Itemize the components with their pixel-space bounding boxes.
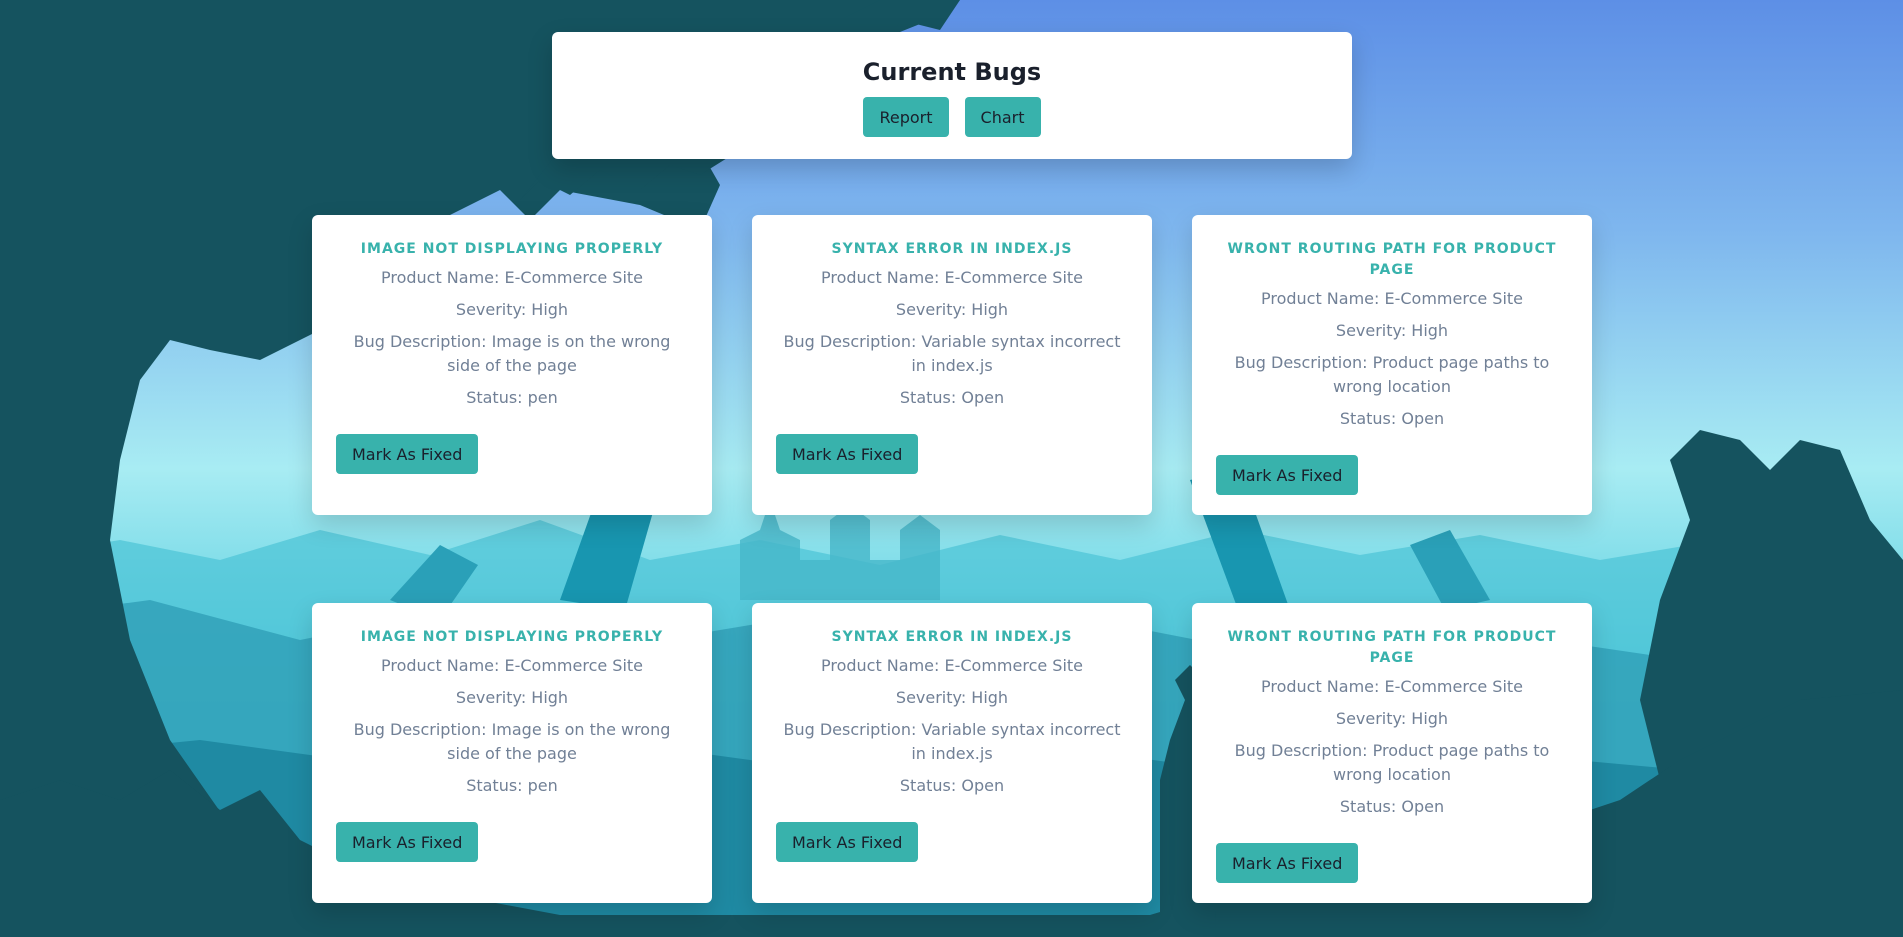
bug-title: Syntax error in index.js (831, 629, 1073, 645)
bug-product: Product Name: E-Commerce Site (1260, 677, 1524, 696)
bug-card: Image not displaying properly Product Na… (312, 215, 712, 515)
bug-title: Wront routing path for product page (1227, 629, 1557, 666)
bug-description: Bug Description: Product page paths to w… (1234, 353, 1550, 396)
bug-severity: Severity: High (455, 688, 569, 707)
bug-product: Product Name: E-Commerce Site (1260, 289, 1524, 308)
bug-title: Image not displaying properly (360, 241, 664, 257)
bug-status: Status: Open (899, 776, 1005, 795)
bug-product: Product Name: E-Commerce Site (380, 656, 644, 675)
mark-as-fixed-button[interactable]: Mark As Fixed (336, 434, 479, 474)
header-panel: Current Bugs Report Chart (552, 32, 1352, 159)
bug-title: Image not displaying properly (360, 629, 664, 645)
page-title: Current Bugs (862, 58, 1042, 86)
bug-status: Status: pen (466, 388, 558, 407)
bug-description: Bug Description: Image is on the wrong s… (353, 720, 671, 763)
bug-severity: Severity: High (895, 300, 1009, 319)
bug-title: Syntax error in index.js (831, 241, 1073, 257)
bug-description: Bug Description: Product page paths to w… (1234, 741, 1550, 784)
bug-product: Product Name: E-Commerce Site (380, 268, 644, 287)
bug-card: Wront routing path for product page Prod… (1192, 215, 1592, 515)
bug-card: Image not displaying properly Product Na… (312, 603, 712, 903)
chart-button[interactable]: Chart (964, 97, 1041, 137)
mark-as-fixed-button[interactable]: Mark As Fixed (336, 822, 479, 862)
mark-as-fixed-button[interactable]: Mark As Fixed (776, 434, 919, 474)
bug-product: Product Name: E-Commerce Site (820, 268, 1084, 287)
header-actions: Report Chart (552, 97, 1352, 137)
mark-as-fixed-button[interactable]: Mark As Fixed (776, 822, 919, 862)
bug-severity: Severity: High (455, 300, 569, 319)
bug-description: Bug Description: Image is on the wrong s… (353, 332, 671, 375)
bug-severity: Severity: High (1335, 321, 1449, 340)
bug-status: Status: Open (899, 388, 1005, 407)
report-button[interactable]: Report (863, 97, 949, 137)
bug-severity: Severity: High (1335, 709, 1449, 728)
bug-status: Status: Open (1339, 797, 1445, 816)
bug-description: Bug Description: Variable syntax incorre… (783, 332, 1121, 375)
bug-title: Wront routing path for product page (1227, 241, 1557, 278)
bug-status: Status: Open (1339, 409, 1445, 428)
mark-as-fixed-button[interactable]: Mark As Fixed (1216, 843, 1359, 883)
bug-product: Product Name: E-Commerce Site (820, 656, 1084, 675)
bug-status: Status: pen (466, 776, 558, 795)
bug-description: Bug Description: Variable syntax incorre… (783, 720, 1121, 763)
bug-card: Syntax error in index.js Product Name: E… (752, 215, 1152, 515)
bug-card: Syntax error in index.js Product Name: E… (752, 603, 1152, 903)
bug-severity: Severity: High (895, 688, 1009, 707)
bug-card: Wront routing path for product page Prod… (1192, 603, 1592, 903)
mark-as-fixed-button[interactable]: Mark As Fixed (1216, 455, 1359, 495)
